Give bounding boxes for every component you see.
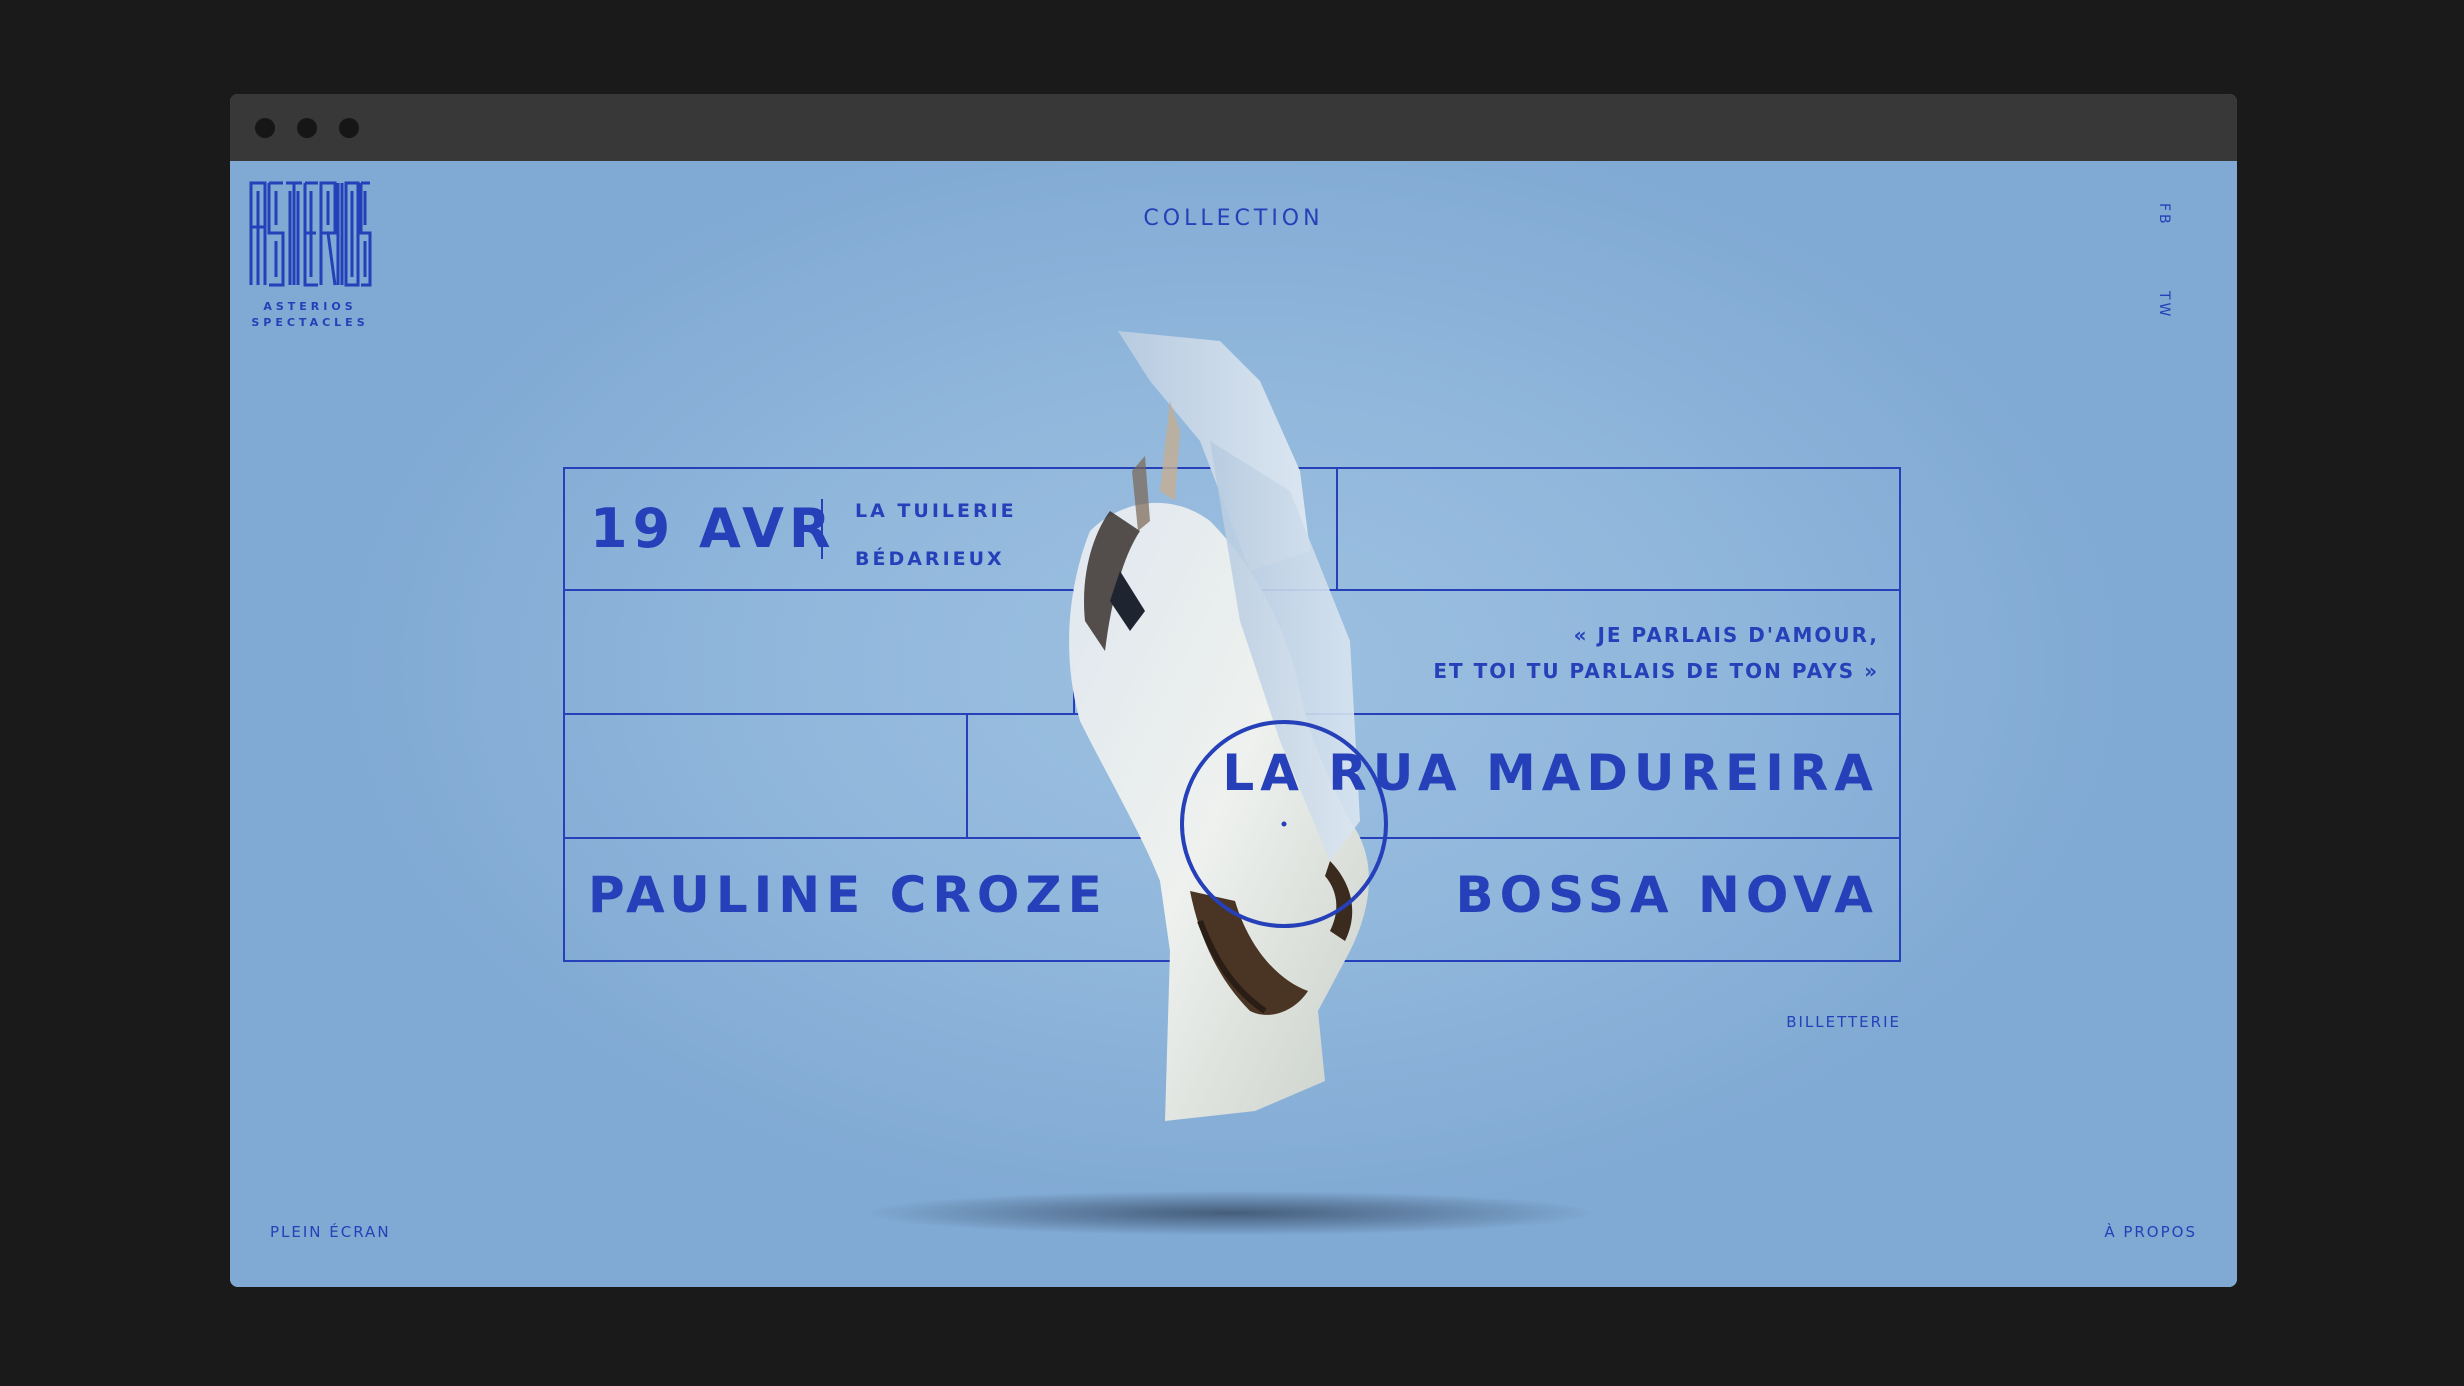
event-quote-line2: ET TOI TU PARLAIS DE TON PAYS » bbox=[1433, 659, 1879, 683]
about-link[interactable]: À PROPOS bbox=[2104, 1223, 2197, 1241]
twitter-link[interactable]: TW bbox=[2156, 291, 2172, 319]
grid-line bbox=[966, 715, 968, 839]
event-genre: BOSSA NOVA bbox=[1455, 866, 1879, 924]
collection-link[interactable]: COLLECTION bbox=[230, 206, 2237, 231]
sculpture-shadow bbox=[870, 1191, 1590, 1235]
maximize-dot-icon[interactable] bbox=[339, 118, 359, 138]
logo-caption-line1: ASTERIOS bbox=[263, 300, 357, 313]
facebook-link[interactable]: FB bbox=[2156, 203, 2172, 227]
logo-caption: ASTERIOS SPECTACLES bbox=[248, 299, 372, 331]
event-artist: PAULINE CROZE bbox=[588, 866, 1108, 924]
page-viewport: ASTERIOS SPECTACLES COLLECTION FB TW 19 … bbox=[230, 161, 2237, 1287]
asterios-logo[interactable]: ASTERIOS SPECTACLES bbox=[248, 177, 372, 331]
asterios-wordmark-icon bbox=[249, 181, 372, 287]
browser-window: ASTERIOS SPECTACLES COLLECTION FB TW 19 … bbox=[230, 94, 2237, 1287]
tickets-link[interactable]: BILLETTERIE bbox=[1786, 1013, 1901, 1031]
event-quote-line1: « JE PARLAIS D'AMOUR, bbox=[1573, 623, 1879, 647]
window-titlebar bbox=[230, 94, 2237, 161]
event-title: LA RUA MADUREIRA bbox=[1222, 744, 1879, 802]
minimize-dot-icon[interactable] bbox=[297, 118, 317, 138]
close-dot-icon[interactable] bbox=[255, 118, 275, 138]
logo-caption-line2: SPECTACLES bbox=[251, 316, 369, 329]
event-city: BÉDARIEUX bbox=[855, 548, 1005, 570]
fullscreen-link[interactable]: PLEIN ÉCRAN bbox=[270, 1223, 391, 1241]
event-venue: LA TUILERIE bbox=[855, 500, 1017, 522]
event-date: 19 AVR bbox=[590, 497, 836, 560]
